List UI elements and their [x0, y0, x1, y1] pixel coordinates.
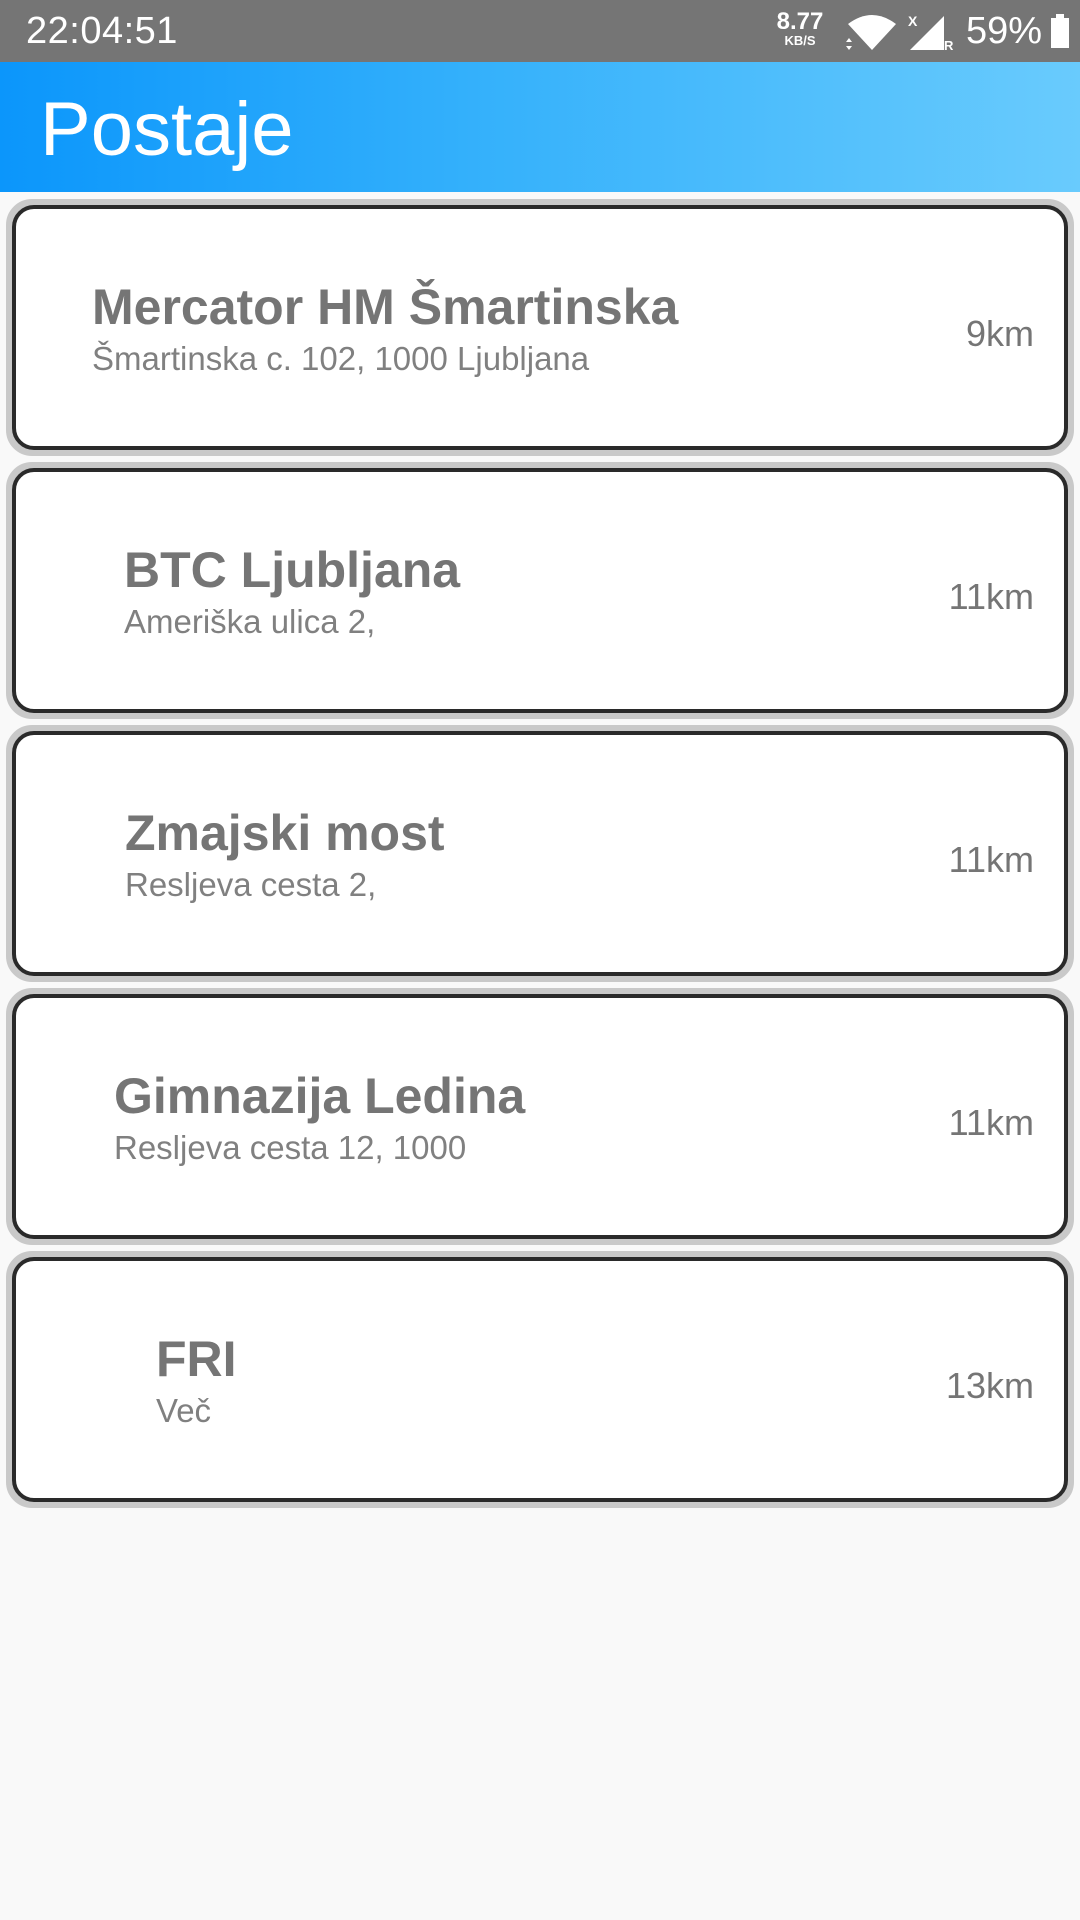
station-distance: 11km — [948, 1102, 1034, 1143]
station-name: BTC Ljubljana — [124, 542, 461, 598]
station-card-gimnazija-ledina[interactable]: Gimnazija Ledina Resljeva cesta 12, 1000… — [6, 988, 1074, 1245]
station-card-mercator[interactable]: Mercator HM Šmartinska Šmartinska c. 102… — [6, 199, 1074, 456]
station-name: Zmajski most — [125, 805, 445, 861]
station-card-fri[interactable]: FRI Več 13km — [6, 1251, 1074, 1508]
station-card-body[interactable]: Zmajski most Resljeva cesta 2, 11km — [12, 731, 1068, 976]
network-speed-unit: KB/S — [784, 33, 816, 48]
battery-percentage: 59% — [966, 10, 1043, 52]
station-card-body[interactable]: Gimnazija Ledina Resljeva cesta 12, 1000… — [12, 994, 1068, 1239]
station-card-btc[interactable]: BTC Ljubljana Ameriška ulica 2, 11km — [6, 462, 1074, 719]
station-address: Šmartinska c. 102, 1000 Ljubljana — [92, 340, 590, 377]
status-time: 22:04:51 — [26, 10, 178, 52]
station-distance: 13km — [945, 1365, 1034, 1406]
battery-icon — [1051, 14, 1069, 48]
signal-r-label: R — [944, 38, 954, 52]
station-text: BTC Ljubljana Ameriška ulica 2, — [124, 540, 460, 642]
station-card-body[interactable]: Mercator HM Šmartinska Šmartinska c. 102… — [12, 205, 1068, 450]
station-distance: 9km — [965, 313, 1034, 354]
signal-x-label: X — [908, 13, 918, 29]
station-card-zmajski-most[interactable]: Zmajski most Resljeva cesta 2, 11km — [6, 725, 1074, 982]
station-name: Gimnazija Ledina — [114, 1068, 526, 1124]
network-speed-value: 8.77 — [776, 8, 824, 35]
station-distance: 11km — [948, 839, 1034, 880]
station-text: Gimnazija Ledina Resljeva cesta 12, 1000 — [114, 1066, 525, 1168]
station-address: Ameriška ulica 2, — [124, 603, 376, 640]
station-distance: 11km — [948, 576, 1034, 617]
station-name: FRI — [156, 1331, 237, 1387]
station-name: Mercator HM Šmartinska — [92, 279, 679, 335]
wifi-icon — [846, 15, 896, 50]
station-address: Več — [156, 1392, 212, 1429]
status-bar: 22:04:51 8.77 KB/S X R 59% — [0, 0, 1080, 62]
station-card-body[interactable]: FRI Več 13km — [12, 1257, 1068, 1502]
network-speed: 8.77 KB/S — [768, 10, 832, 48]
status-icons: 8.77 KB/S X R 59% — [760, 0, 1080, 62]
station-list: Mercator HM Šmartinska Šmartinska c. 102… — [6, 199, 1074, 1514]
station-card-body[interactable]: BTC Ljubljana Ameriška ulica 2, 11km — [12, 468, 1068, 713]
station-text: Zmajski most Resljeva cesta 2, — [125, 803, 445, 905]
app-bar: Postaje — [0, 62, 1080, 192]
station-text: FRI Več — [156, 1329, 237, 1431]
signal-icon: X R — [908, 13, 954, 52]
station-address: Resljeva cesta 12, 1000 — [114, 1129, 467, 1166]
station-text: Mercator HM Šmartinska Šmartinska c. 102… — [92, 277, 678, 379]
page-title: Postaje — [40, 87, 294, 172]
station-address: Resljeva cesta 2, — [125, 866, 377, 903]
